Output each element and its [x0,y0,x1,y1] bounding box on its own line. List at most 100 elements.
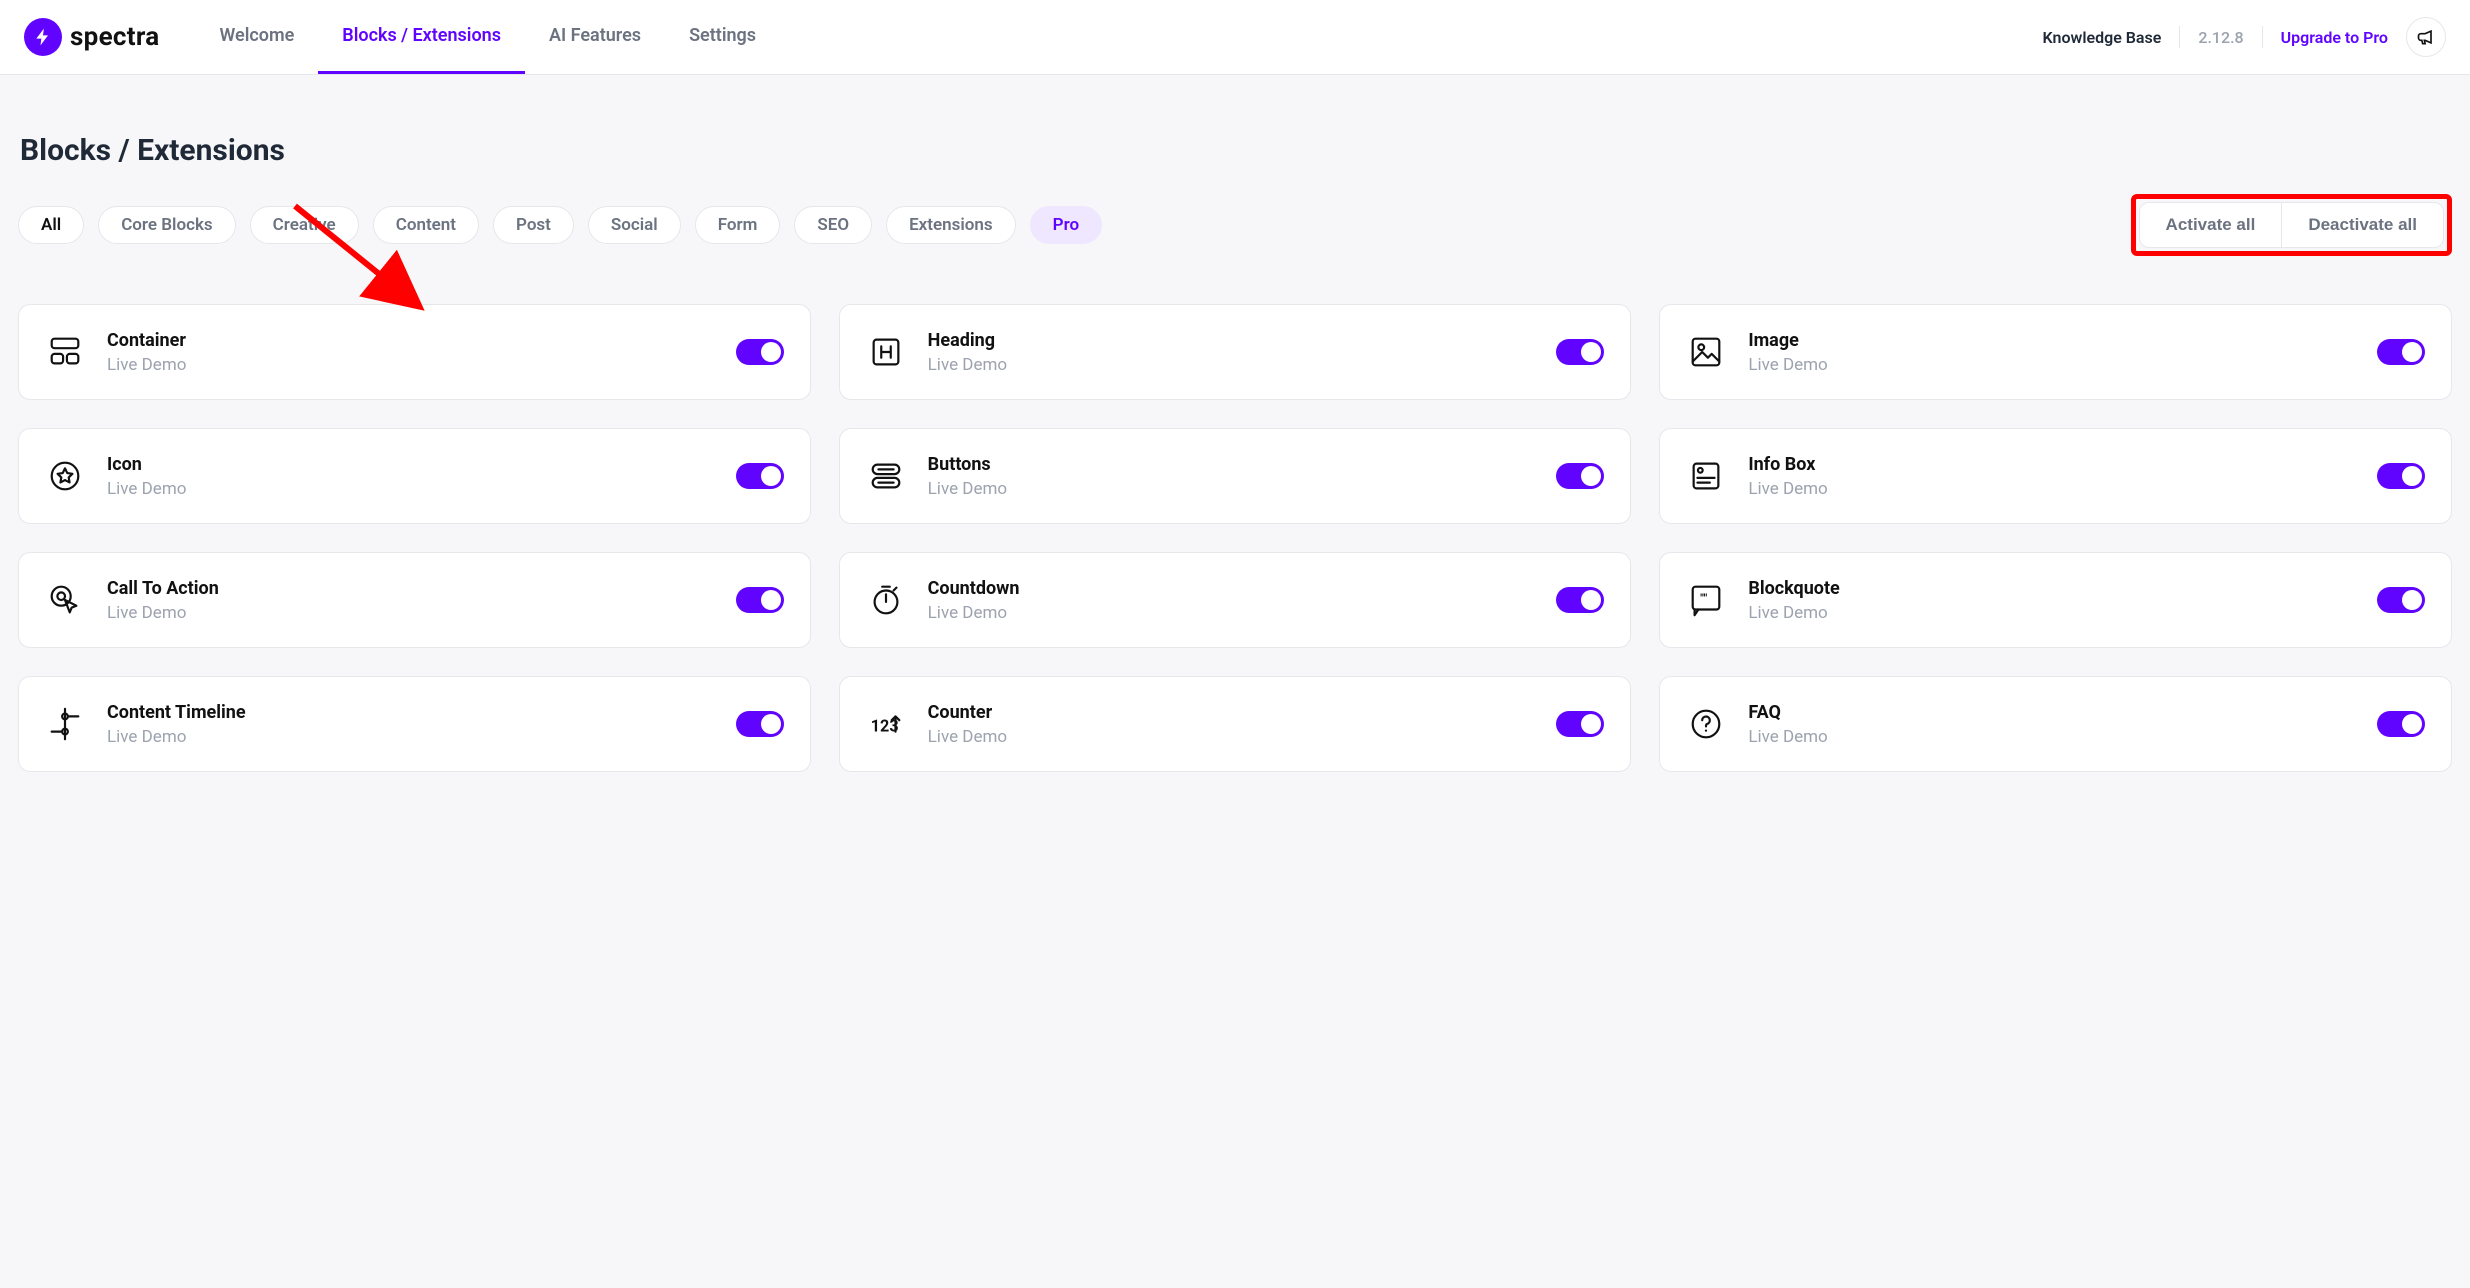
filter-row: All Core Blocks Creative Content Post So… [18,194,2452,256]
image-icon [1686,332,1726,372]
brand-name: spectra [70,22,159,52]
block-card-left: Icon Live Demo [45,454,186,499]
block-card-text: Blockquote Live Demo [1748,578,1839,623]
block-toggle-container[interactable] [736,339,784,365]
filter-social[interactable]: Social [588,206,681,244]
block-toggle-image[interactable] [2377,339,2425,365]
block-toggle-blockquote[interactable] [2377,587,2425,613]
block-card-text: Info Box Live Demo [1748,454,1827,499]
block-toggle-content-timeline[interactable] [736,711,784,737]
block-card-faq: FAQ Live Demo [1659,676,2452,772]
live-demo-link[interactable]: Live Demo [1748,355,1827,375]
blocks-grid: ContainerLive DemoHeadingLive DemoImageL… [18,304,2452,772]
svg-text:"": "" [1701,591,1708,605]
live-demo-link[interactable]: Live Demo [1748,727,1827,747]
block-title: Countdown [928,578,1020,599]
container-icon [45,332,85,372]
filter-post[interactable]: Post [493,206,574,244]
block-title: Call To Action [107,578,219,599]
filter-pro[interactable]: Pro [1030,206,1102,244]
header-right: Knowledge Base 2.12.8 Upgrade to Pro [2042,17,2446,57]
filter-core-blocks[interactable]: Core Blocks [98,206,235,244]
live-demo-link[interactable]: Live Demo [928,727,1007,747]
block-title: Buttons [928,454,1007,475]
block-title: Container [107,330,186,351]
info-box-icon [1686,456,1726,496]
filter-form[interactable]: Form [695,206,781,244]
live-demo-link[interactable]: Live Demo [928,479,1007,499]
nav-settings[interactable]: Settings [665,0,780,74]
block-card-text: Container Live Demo [107,330,186,375]
live-demo-link[interactable]: Live Demo [107,355,186,375]
brand[interactable]: spectra [24,18,159,56]
block-card-countdown: Countdown Live Demo [839,552,1632,648]
knowledge-base-link[interactable]: Knowledge Base [2042,28,2161,47]
live-demo-link[interactable]: Live Demo [928,603,1020,623]
divider [2262,26,2263,48]
block-card-container: Container Live Demo [18,304,811,400]
block-card-heading: Heading Live Demo [839,304,1632,400]
activate-all-button[interactable]: Activate all [2140,203,2282,247]
deactivate-all-button[interactable]: Deactivate all [2281,203,2443,247]
counter-icon: 123 [866,704,906,744]
block-card-text: ImageLive Demo [1748,330,1827,375]
filter-extensions[interactable]: Extensions [886,206,1016,244]
block-card-text: Content TimelineLive Demo [107,702,246,747]
block-card-text: FAQ Live Demo [1748,702,1827,747]
filter-creative[interactable]: Creative [250,206,359,244]
block-title: Counter [928,702,1007,723]
filter-seo[interactable]: SEO [794,206,872,244]
brand-logo-icon [24,18,62,56]
block-card-left: ImageLive Demo [1686,330,1827,375]
block-title: Info Box [1748,454,1827,475]
block-card-blockquote: "" Blockquote Live Demo [1659,552,2452,648]
nav-welcome[interactable]: Welcome [195,0,318,74]
block-title: Heading [928,330,1007,351]
block-card-cta: Call To Action Live Demo [18,552,811,648]
live-demo-link[interactable]: Live Demo [107,479,186,499]
block-toggle-info-box[interactable] [2377,463,2425,489]
filter-all[interactable]: All [18,206,84,244]
block-title: Icon [107,454,186,475]
block-card-left: Content TimelineLive Demo [45,702,246,747]
block-toggle-counter[interactable] [1556,711,1604,737]
block-toggle-countdown[interactable] [1556,587,1604,613]
block-card-left: Container Live Demo [45,330,186,375]
block-card-left: Countdown Live Demo [866,578,1020,623]
block-card-left: 123 Counter Live Demo [866,702,1007,747]
page-content: Blocks / Extensions All Core Blocks Crea… [0,75,2470,812]
upgrade-link[interactable]: Upgrade to Pro [2281,28,2388,47]
buttons-icon [866,456,906,496]
block-toggle-heading[interactable] [1556,339,1604,365]
live-demo-link[interactable]: Live Demo [107,727,246,747]
block-card-text: Buttons Live Demo [928,454,1007,499]
announcements-button[interactable] [2406,17,2446,57]
heading-icon [866,332,906,372]
block-toggle-buttons[interactable] [1556,463,1604,489]
block-card-left: Heading Live Demo [866,330,1007,375]
block-card-left: "" Blockquote Live Demo [1686,578,1839,623]
block-toggle-cta[interactable] [736,587,784,613]
version-label: 2.12.8 [2198,28,2243,47]
live-demo-link[interactable]: Live Demo [107,603,219,623]
primary-nav: Welcome Blocks / Extensions AI Features … [195,0,780,74]
block-title: Blockquote [1748,578,1839,599]
blockquote-icon: "" [1686,580,1726,620]
block-card-text: Heading Live Demo [928,330,1007,375]
divider [2179,26,2180,48]
block-card-content-timeline: Content TimelineLive Demo [18,676,811,772]
block-toggle-faq[interactable] [2377,711,2425,737]
app-header: spectra Welcome Blocks / Extensions AI F… [0,0,2470,75]
cta-icon [45,580,85,620]
live-demo-link[interactable]: Live Demo [1748,479,1827,499]
nav-ai-features[interactable]: AI Features [525,0,665,74]
nav-blocks-extensions[interactable]: Blocks / Extensions [318,0,525,74]
block-title: FAQ [1748,702,1827,723]
live-demo-link[interactable]: Live Demo [1748,603,1839,623]
live-demo-link[interactable]: Live Demo [928,355,1007,375]
timeline-icon [45,704,85,744]
filter-content[interactable]: Content [373,206,479,244]
block-toggle-icon[interactable] [736,463,784,489]
block-card-left: Call To Action Live Demo [45,578,219,623]
page-title: Blocks / Extensions [18,133,2452,168]
